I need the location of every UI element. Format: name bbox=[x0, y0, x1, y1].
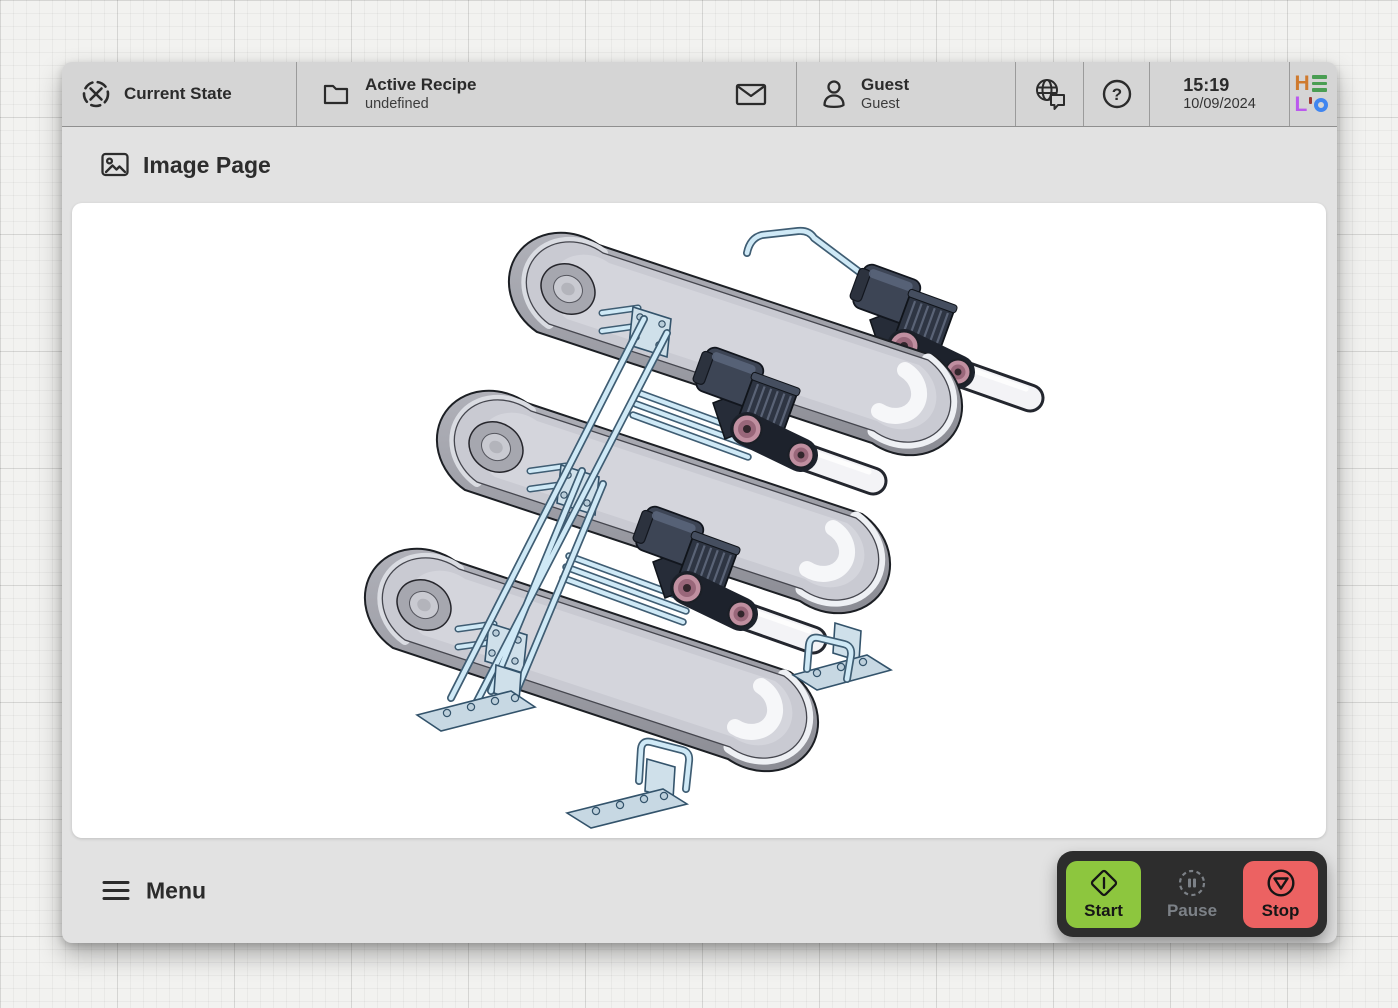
folder-icon bbox=[321, 79, 351, 109]
hamburger-icon bbox=[102, 880, 130, 902]
state-icon bbox=[80, 78, 112, 110]
clock-date: 10/09/2024 bbox=[1183, 96, 1256, 113]
start-icon bbox=[1089, 868, 1119, 898]
page-title: Image Page bbox=[143, 152, 271, 179]
footer-bar: Menu Start bbox=[62, 838, 1337, 943]
page-title-row: Image Page bbox=[62, 127, 1337, 203]
logo-letter-h: H bbox=[1295, 73, 1312, 94]
svg-text:?: ? bbox=[1111, 85, 1121, 104]
active-recipe-title: Active Recipe bbox=[365, 75, 477, 95]
user-button[interactable]: Guest Guest bbox=[797, 62, 1016, 126]
start-button[interactable]: Start bbox=[1066, 861, 1141, 928]
help-icon: ? bbox=[1100, 77, 1134, 111]
mail-icon[interactable] bbox=[734, 79, 768, 109]
language-button[interactable] bbox=[1016, 62, 1084, 126]
logo-letter-e-bars bbox=[1312, 75, 1332, 92]
logo-letter-l: L bbox=[1295, 94, 1308, 115]
menu-button[interactable]: Menu bbox=[102, 877, 206, 904]
machine-illustration bbox=[72, 203, 1326, 838]
logo-letter-o bbox=[1314, 98, 1328, 112]
stop-label: Stop bbox=[1262, 901, 1300, 921]
pause-label: Pause bbox=[1167, 901, 1217, 921]
user-name: Guest bbox=[861, 75, 909, 95]
stop-icon bbox=[1266, 868, 1296, 898]
hmi-window: Current State Active Recipe undefined bbox=[62, 62, 1337, 943]
start-label: Start bbox=[1084, 901, 1123, 921]
help-button[interactable]: ? bbox=[1084, 62, 1150, 126]
menu-label: Menu bbox=[146, 877, 206, 904]
pause-icon bbox=[1177, 868, 1207, 898]
active-recipe-section[interactable]: Active Recipe undefined bbox=[297, 62, 797, 126]
logo-apostrophe bbox=[1309, 97, 1312, 104]
clock-time: 15:19 bbox=[1183, 75, 1256, 97]
helio-logo: H L bbox=[1290, 62, 1336, 126]
image-panel bbox=[72, 203, 1326, 838]
user-icon bbox=[819, 77, 849, 111]
active-recipe-value: undefined bbox=[365, 96, 477, 113]
current-state-button[interactable]: Current State bbox=[62, 62, 297, 126]
image-icon bbox=[100, 151, 130, 179]
globe-chat-icon bbox=[1031, 76, 1069, 112]
stop-button[interactable]: Stop bbox=[1243, 861, 1318, 928]
current-state-label: Current State bbox=[124, 84, 232, 104]
user-role: Guest bbox=[861, 96, 909, 113]
top-bar: Current State Active Recipe undefined bbox=[62, 62, 1337, 127]
pause-button[interactable]: Pause bbox=[1149, 861, 1235, 928]
clock-section: 15:19 10/09/2024 bbox=[1150, 62, 1290, 126]
machine-control-bar: Start Pause bbox=[1057, 851, 1327, 937]
